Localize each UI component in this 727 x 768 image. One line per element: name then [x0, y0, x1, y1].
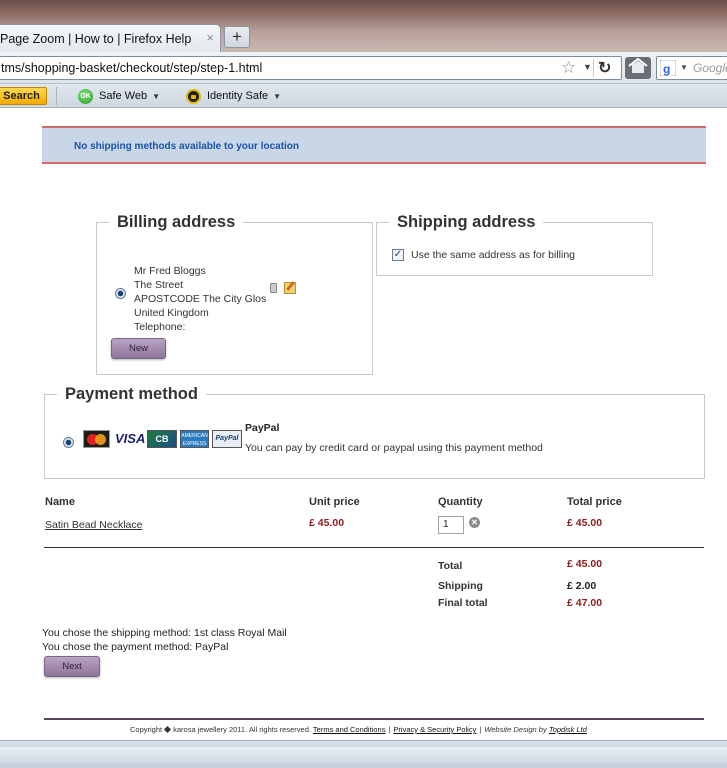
star-icon[interactable]: ☆ [561, 58, 576, 78]
home-icon[interactable] [625, 57, 651, 79]
mastercard-icon [83, 430, 110, 448]
visa-icon: VISA [115, 431, 146, 446]
cb-card-icon: CB [147, 430, 177, 448]
chevron-down-icon[interactable]: ▼ [583, 62, 592, 72]
copyright-rest: karosa jewellery 2011. All rights reserv… [173, 725, 311, 734]
trash-icon[interactable] [270, 283, 277, 293]
paypal-icon: PayPal [212, 430, 242, 448]
column-header-unit-price: Unit price [309, 496, 360, 508]
navigation-bar: tms/shopping-basket/checkout/step/step-1… [0, 52, 727, 84]
address-line: APOSTCODE The City Glos [134, 293, 267, 305]
shipping-notice: No shipping methods available to your lo… [42, 126, 706, 164]
reload-icon[interactable]: ↻ [598, 58, 611, 78]
column-header-total-price: Total price [567, 496, 622, 508]
close-icon[interactable]: × [206, 30, 214, 45]
chosen-shipping-text: You chose the shipping method: 1st class… [42, 627, 287, 639]
column-header-quantity: Quantity [438, 496, 483, 508]
final-total-label: Final total [438, 597, 488, 609]
payment-method-radio[interactable] [63, 437, 74, 448]
edit-icon[interactable] [284, 282, 296, 294]
footer-separator: | [388, 725, 391, 734]
url-divider [593, 59, 594, 77]
diamond-icon [164, 725, 172, 734]
shipping-address-box: Shipping address [376, 213, 653, 276]
google-icon[interactable]: g [659, 59, 677, 77]
addon-toolbar: Search OK Safe Web ▼ Identity Safe ▼ [0, 84, 727, 108]
same-as-billing-label: Use the same address as for billing [411, 249, 575, 261]
payment-title: Payment method [65, 385, 198, 403]
next-button[interactable]: Next [44, 656, 100, 677]
billing-address-radio[interactable] [115, 288, 126, 299]
safe-web-label: Safe Web [99, 90, 148, 102]
column-header-name: Name [45, 496, 75, 508]
chevron-down-icon[interactable]: ▼ [680, 63, 688, 72]
search-box[interactable]: g ▼ Google [656, 56, 727, 80]
terms-link[interactable]: Terms and Conditions [313, 725, 386, 734]
table-divider [44, 547, 704, 548]
tab-title: Page Zoom | How to | Firefox Help [0, 32, 192, 46]
product-link[interactable]: Satin Bead Necklace [45, 519, 142, 531]
svg-text:g: g [663, 62, 670, 76]
shipping-title: Shipping address [397, 213, 536, 231]
same-as-billing-checkbox[interactable]: ✓ [392, 249, 404, 261]
shipping-label: Shipping [438, 580, 483, 592]
final-total-value: £ 47.00 [567, 597, 603, 609]
search-button[interactable]: Search [0, 87, 47, 105]
payment-option-description: You can pay by credit card or paypal usi… [245, 442, 543, 454]
amex-icon: AMERICAN EXPRESS [180, 430, 209, 448]
identity-safe-menu[interactable]: Identity Safe ▼ [186, 88, 281, 106]
tab-firefox-help[interactable]: Page Zoom | How to | Firefox Help × [0, 24, 221, 52]
footer-divider [44, 718, 704, 720]
ok-icon: OK [78, 88, 93, 104]
notice-text: No shipping methods available to your lo… [74, 141, 300, 152]
payment-option-title: PayPal [245, 422, 280, 434]
billing-title: Billing address [117, 213, 236, 231]
remove-item-icon[interactable]: ✕ [469, 517, 480, 528]
toolbar-divider [56, 87, 57, 105]
quantity-input[interactable]: 1 [438, 516, 464, 534]
design-credit: Website Design by [484, 725, 547, 734]
chosen-payment-text: You chose the payment method: PayPal [42, 641, 229, 653]
shipping-value: £ 2.00 [567, 580, 597, 592]
chevron-down-icon: ▼ [152, 92, 161, 101]
address-line: Telephone: [134, 321, 186, 333]
total-value: £ 45.00 [567, 558, 603, 570]
checkout-page: No shipping methods available to your lo… [0, 108, 727, 740]
address-line: Mr Fred Bloggs [134, 265, 206, 277]
status-bar [0, 740, 727, 768]
unit-price: £ 45.00 [309, 517, 345, 529]
identity-safe-label: Identity Safe [207, 90, 269, 102]
tab-strip: Page Zoom | How to | Firefox Help × + [0, 0, 727, 52]
line-total: £ 45.00 [567, 517, 603, 529]
chevron-down-icon: ▼ [273, 92, 282, 101]
privacy-link[interactable]: Privacy & Security Policy [393, 725, 476, 734]
footer: Copyright karosa jewellery 2011. All righ… [130, 725, 587, 734]
lock-icon [186, 88, 201, 104]
copyright-text: Copyright [130, 725, 163, 734]
safe-web-menu[interactable]: OK Safe Web ▼ [78, 88, 160, 106]
url-bar[interactable]: tms/shopping-basket/checkout/step/step-1… [0, 56, 622, 80]
designer-link[interactable]: Topdisk Ltd [549, 725, 587, 734]
total-label: Total [438, 560, 463, 572]
address-line: The Street [134, 279, 184, 291]
address-line: United Kingdom [134, 307, 209, 319]
footer-separator: | [479, 725, 482, 734]
new-tab-button[interactable]: + [224, 26, 250, 48]
search-placeholder: Google [693, 61, 727, 75]
url-text[interactable]: tms/shopping-basket/checkout/step/step-1… [1, 61, 262, 75]
new-address-button[interactable]: New [111, 338, 166, 359]
status-bar-inner [0, 747, 727, 763]
